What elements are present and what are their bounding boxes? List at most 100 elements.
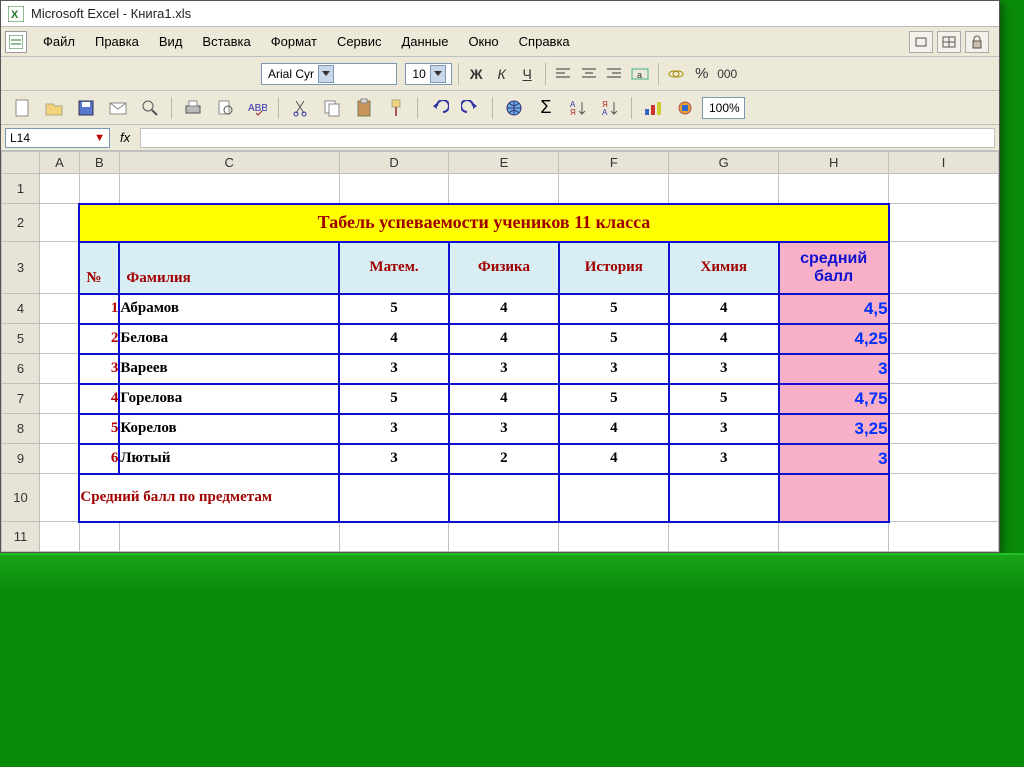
cell-score[interactable]: 5 [339, 384, 449, 414]
cell-score[interactable]: 3 [449, 414, 559, 444]
header-num[interactable]: № [79, 242, 119, 294]
cell-score[interactable]: 5 [559, 384, 669, 414]
row-header[interactable]: 11 [2, 522, 40, 552]
font-combo[interactable]: Arial Cyr [261, 63, 397, 85]
col-header[interactable]: A [39, 152, 79, 174]
paste-button[interactable] [349, 94, 379, 122]
print-preview-button[interactable] [210, 94, 240, 122]
search-button[interactable] [135, 94, 165, 122]
align-right-button[interactable] [603, 62, 626, 86]
lock-icon[interactable] [965, 31, 989, 53]
redo-button[interactable] [456, 94, 486, 122]
menu-view[interactable]: Вид [149, 30, 193, 53]
cell-avg[interactable]: 4,5 [779, 294, 889, 324]
mail-button[interactable] [103, 94, 133, 122]
footer-cell[interactable] [339, 474, 449, 522]
cell-avg[interactable]: 3 [779, 354, 889, 384]
cell-score[interactable]: 4 [449, 384, 559, 414]
col-header[interactable]: B [79, 152, 119, 174]
new-window-icon[interactable] [909, 31, 933, 53]
cell-score[interactable]: 5 [559, 324, 669, 354]
header-subj[interactable]: Матем. [339, 242, 449, 294]
menu-help[interactable]: Справка [509, 30, 580, 53]
cell-score[interactable]: 5 [669, 384, 779, 414]
row-header[interactable]: 6 [2, 354, 40, 384]
undo-button[interactable] [424, 94, 454, 122]
cell-score[interactable]: 3 [669, 444, 779, 474]
col-header[interactable]: I [889, 152, 999, 174]
chart-wizard-button[interactable] [638, 94, 668, 122]
cell-name[interactable]: Белова [119, 324, 339, 354]
menu-format[interactable]: Формат [261, 30, 327, 53]
header-subj[interactable]: История [559, 242, 669, 294]
merge-center-button[interactable]: a [628, 62, 651, 86]
cell-score[interactable]: 3 [449, 354, 559, 384]
comma-button[interactable]: 000 [715, 62, 738, 86]
row-header[interactable]: 8 [2, 414, 40, 444]
bold-button[interactable]: Ж [464, 62, 487, 86]
col-header[interactable]: C [119, 152, 339, 174]
header-subj[interactable]: Физика [449, 242, 559, 294]
drawing-button[interactable] [670, 94, 700, 122]
sort-desc-button[interactable]: ЯА [595, 94, 625, 122]
menu-insert[interactable]: Вставка [192, 30, 260, 53]
align-left-button[interactable] [552, 62, 575, 86]
row-header[interactable]: 2 [2, 204, 40, 242]
cell-score[interactable]: 3 [669, 354, 779, 384]
select-all-corner[interactable] [2, 152, 40, 174]
cell-score[interactable]: 3 [339, 444, 449, 474]
align-center-button[interactable] [577, 62, 600, 86]
header-avg[interactable]: средний балл [779, 242, 889, 294]
new-button[interactable] [7, 94, 37, 122]
col-header[interactable]: H [779, 152, 889, 174]
cell-score[interactable]: 4 [669, 324, 779, 354]
cell-avg[interactable]: 3 [779, 444, 889, 474]
row-header[interactable]: 9 [2, 444, 40, 474]
menu-edit[interactable]: Правка [85, 30, 149, 53]
open-button[interactable] [39, 94, 69, 122]
copy-button[interactable] [317, 94, 347, 122]
cell-num[interactable]: 4 [79, 384, 119, 414]
save-button[interactable] [71, 94, 101, 122]
cell-num[interactable]: 2 [79, 324, 119, 354]
menu-file[interactable]: Файл [33, 30, 85, 53]
cell-score[interactable]: 3 [339, 414, 449, 444]
zoom-combo[interactable]: 100% [702, 97, 745, 119]
grid-icon[interactable] [937, 31, 961, 53]
cut-button[interactable] [285, 94, 315, 122]
cell-num[interactable]: 6 [79, 444, 119, 474]
percent-button[interactable]: % [690, 62, 713, 86]
chevron-down-icon[interactable]: ▼ [94, 132, 105, 144]
cell-score[interactable]: 4 [559, 444, 669, 474]
report-title[interactable]: Табель успеваемости учеников 11 класса [79, 204, 888, 242]
cell-name[interactable]: Корелов [119, 414, 339, 444]
row-header[interactable]: 3 [2, 242, 40, 294]
cell-score[interactable]: 3 [559, 354, 669, 384]
underline-button[interactable]: Ч [515, 62, 538, 86]
footer-cell[interactable] [669, 474, 779, 522]
sort-asc-button[interactable]: АЯ [563, 94, 593, 122]
row-header[interactable]: 5 [2, 324, 40, 354]
print-button[interactable] [178, 94, 208, 122]
cell-name[interactable]: Абрамов [119, 294, 339, 324]
spellcheck-button[interactable]: ABB [242, 94, 272, 122]
cell-score[interactable]: 4 [669, 294, 779, 324]
footer-cell[interactable] [449, 474, 559, 522]
hyperlink-button[interactable] [499, 94, 529, 122]
cell-num[interactable]: 1 [79, 294, 119, 324]
cell-avg[interactable]: 4,75 [779, 384, 889, 414]
cell-avg[interactable]: 4,25 [779, 324, 889, 354]
fx-label[interactable]: fx [120, 130, 130, 145]
cell-num[interactable]: 5 [79, 414, 119, 444]
format-painter-button[interactable] [381, 94, 411, 122]
row-header[interactable]: 1 [2, 174, 40, 204]
col-header[interactable]: D [339, 152, 449, 174]
worksheet-grid[interactable]: A B C D E F G H I 1 2 Табель успеваемост… [1, 151, 999, 552]
footer-cell[interactable] [559, 474, 669, 522]
chevron-down-icon[interactable] [430, 65, 446, 83]
header-subj[interactable]: Химия [669, 242, 779, 294]
cell-name[interactable]: Лютый [119, 444, 339, 474]
row-header[interactable]: 10 [2, 474, 40, 522]
col-header[interactable]: E [449, 152, 559, 174]
formula-input[interactable] [140, 128, 995, 148]
